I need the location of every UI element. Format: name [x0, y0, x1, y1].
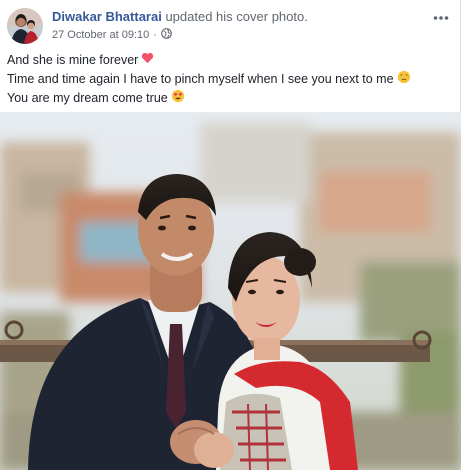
- heart-eyes-icon: [171, 89, 185, 109]
- avatar-image: [7, 8, 43, 44]
- post-title-line: Diwakar Bhattarai updated his cover phot…: [52, 9, 308, 24]
- couple-photo-image: [0, 112, 461, 470]
- message-text: And she is mine forever: [7, 53, 139, 67]
- post-timestamp[interactable]: 27 October at 09:10: [52, 29, 149, 41]
- post-header: Diwakar Bhattarai updated his cover phot…: [0, 0, 461, 48]
- heart-icon: [141, 52, 154, 70]
- crying-face-icon: [397, 70, 411, 90]
- message-line: Time and time again I have to pinch myse…: [7, 70, 453, 90]
- message-text: You are my dream come true: [7, 91, 168, 105]
- globe-icon[interactable]: [161, 28, 172, 42]
- post-meta: 27 October at 09:10 ·: [52, 28, 172, 42]
- message-line: You are my dream come true: [7, 89, 453, 109]
- post-card: Diwakar Bhattarai updated his cover phot…: [0, 0, 461, 470]
- author-name-link[interactable]: Diwakar Bhattarai: [52, 9, 162, 24]
- post-action-text: updated his cover photo.: [165, 9, 308, 24]
- post-message: And she is mine forever Time and time ag…: [7, 52, 453, 109]
- author-avatar[interactable]: [7, 8, 43, 44]
- cover-photo[interactable]: [0, 112, 461, 470]
- more-options-icon[interactable]: [433, 8, 449, 22]
- message-line: And she is mine forever: [7, 52, 453, 70]
- meta-separator: ·: [153, 29, 157, 41]
- message-text: Time and time again I have to pinch myse…: [7, 71, 394, 86]
